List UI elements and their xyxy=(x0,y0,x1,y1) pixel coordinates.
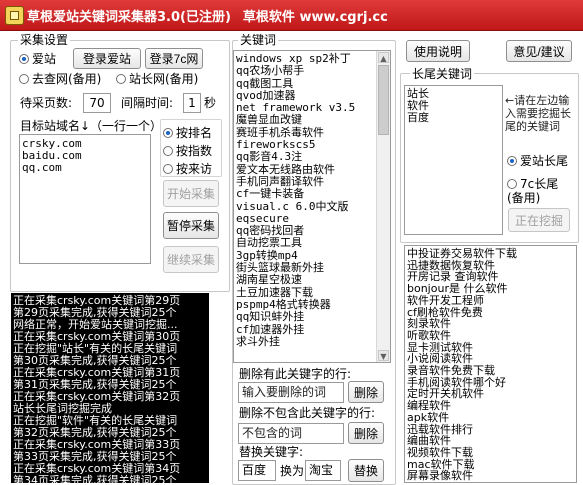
replace-label: 替换关键字: xyxy=(239,445,304,459)
delete-contain-button[interactable]: 删除 xyxy=(348,381,384,403)
replace-button[interactable]: 替换 xyxy=(348,459,384,482)
keyword-line: 魔兽显血改键 xyxy=(236,113,302,127)
longtail-result-line: 软件开发工程师 xyxy=(407,293,484,307)
keyword-line: qq农场小帮手 xyxy=(236,64,305,78)
radio-dot xyxy=(163,128,173,138)
log-line: 第34页采集完成,获得关键词25个 xyxy=(13,474,177,484)
longtail-result-line: 听歌软件 xyxy=(407,328,451,342)
longtail-result-line: 录音软件免费下载 xyxy=(407,364,495,378)
longtail-result-line: 视频软件下载 xyxy=(407,445,473,459)
domains-label: 目标站域名↓（一行一个） xyxy=(20,119,163,133)
radio-label: 按排名 xyxy=(176,126,213,140)
radio-label: 爱站长尾 xyxy=(520,154,569,168)
keyword-line: 自动挖票工具 xyxy=(236,236,302,250)
scroll-thumb[interactable] xyxy=(378,65,389,135)
delete-contain-label: 删除有此关键字的行: xyxy=(239,367,352,381)
keywords-scrollbar[interactable]: ▲ ▼ xyxy=(376,51,390,362)
client-area: 采集设置 登录爱站 登录7c网 爱站 去查网(备用) 站长网(备用) 待采页数:… xyxy=(0,31,583,485)
keyword-line: qq知识蚌外挂 xyxy=(236,310,305,324)
window-title: 草根爱站关键词采集器3.0(已注册) 草根软件 www.cgrj.cc xyxy=(27,6,388,25)
app-title: 草根爱站关键词采集器3.0(已注册) xyxy=(27,10,231,25)
login-aizhan-button[interactable]: 登录爱站 xyxy=(73,48,141,69)
scroll-up-arrow-icon[interactable]: ▲ xyxy=(378,52,389,63)
delete-not-contain-input[interactable]: 不包含的词 xyxy=(238,423,344,444)
radio-dot xyxy=(163,164,173,174)
settings-group-title: 采集设置 xyxy=(18,33,71,47)
delete-not-contain-button[interactable]: 删除 xyxy=(348,422,384,444)
longtail-result-line: 中投证券交易软件下载 xyxy=(407,247,517,260)
radio-dot xyxy=(163,146,173,156)
keywords-textarea[interactable]: windows xp sp2补丁 qq农场小帮手 qq截图工具 qvod加速器 net … xyxy=(233,50,391,363)
radio-source-quwang[interactable]: 去查网(备用) xyxy=(19,72,101,86)
keywords-list: windows xp sp2补丁 qq农场小帮手 qq截图工具 qvod加速器 net … xyxy=(234,51,390,348)
title-bar: 草根爱站关键词采集器3.0(已注册) 草根软件 www.cgrj.cc xyxy=(0,0,583,31)
vendor-title: 草根软件 www.cgrj.cc xyxy=(242,10,388,25)
delete-not-contain-label: 删除不包含此关键字的行: xyxy=(239,406,376,420)
pages-input[interactable]: 70 xyxy=(83,93,111,113)
radio-dot xyxy=(19,54,29,64)
interval-unit: 秒 xyxy=(204,96,217,110)
start-collect-button[interactable]: 开始采集 xyxy=(163,180,219,207)
keyword-line: qq影音4.3注 xyxy=(236,150,303,164)
radio-longtail-7c[interactable]: 7c长尾(备用) xyxy=(507,177,569,205)
replace-from-input[interactable]: 百度 xyxy=(238,460,276,481)
login-7c-button[interactable]: 登录7c网 xyxy=(145,48,203,69)
feedback-button[interactable]: 意见/建议 xyxy=(506,40,572,62)
radio-source-aizhan[interactable]: 爱站 xyxy=(19,52,56,66)
longtail-results-textarea[interactable]: 中投证券交易软件下载 迅捷数据恢复软件 开房记录 查询软件 bonjour是 什么软件… xyxy=(404,245,577,483)
resume-collect-button[interactable]: 继续采集 xyxy=(163,246,219,273)
help-button[interactable]: 使用说明 xyxy=(406,40,470,62)
keyword-line: visual.c 6.0中文版 xyxy=(236,199,349,213)
log-panel: 正在采集crsky.com关键词第29页 第29页采集完成,获得关键词25个 网络正… xyxy=(11,293,209,483)
seed-keyword-line: 百度 xyxy=(407,111,429,124)
interval-input[interactable]: 1 xyxy=(183,93,201,113)
keyword-line: cf一键卡装备 xyxy=(236,187,305,201)
domains-list: crsky.com baidu.com qq.com xyxy=(20,135,150,174)
radio-sort-visit[interactable]: 按来访 xyxy=(163,162,212,176)
domain-line: qq.com xyxy=(22,161,62,174)
log-lines: 正在采集crsky.com关键词第29页 第29页采集完成,获得关键词25个 网络正… xyxy=(11,293,209,484)
longtail-results-list: 中投证券交易软件下载 迅捷数据恢复软件 开房记录 查询软件 bonjour是 什么软件… xyxy=(405,246,576,482)
longtail-result-line: apk软件 xyxy=(407,410,450,424)
keyword-line: 湖南星空极速 xyxy=(236,273,302,287)
radio-dot xyxy=(116,74,126,84)
keyword-line: cf加速器外挂 xyxy=(236,322,305,336)
seed-hint: ←请在左边输入需要挖掘长尾的关键词 xyxy=(505,94,571,133)
radio-longtail-aizhan[interactable]: 爱站长尾 xyxy=(507,154,568,168)
seed-keywords-list: 站长 软件 百度 xyxy=(405,86,502,124)
radio-dot xyxy=(19,74,29,84)
interval-label: 间隔时间: xyxy=(121,96,174,110)
radio-label: 站长网(备用) xyxy=(129,72,199,86)
domains-textarea[interactable]: crsky.com baidu.com qq.com xyxy=(19,134,151,264)
radio-label: 按指数 xyxy=(176,144,213,158)
radio-label: 爱站 xyxy=(32,52,57,66)
keyword-line: 求斗外挂 xyxy=(236,334,280,348)
radio-label: 按来访 xyxy=(176,162,213,176)
mining-button[interactable]: 正在挖掘 xyxy=(508,208,570,232)
replace-to-label: 换为 xyxy=(280,464,305,478)
longtail-group-title: 长尾关键词 xyxy=(410,67,475,81)
radio-dot xyxy=(507,179,517,189)
replace-to-input[interactable]: 淘宝 xyxy=(305,460,341,481)
pages-label: 待采页数: xyxy=(20,96,73,110)
radio-sort-index[interactable]: 按指数 xyxy=(163,144,212,158)
radio-source-zhanzhang[interactable]: 站长网(备用) xyxy=(116,72,198,86)
app-icon xyxy=(5,6,24,25)
pause-collect-button[interactable]: 暂停采集 xyxy=(163,212,219,239)
longtail-result-line: 屏幕录像软件 xyxy=(407,469,473,483)
keywords-group-title: 关键词 xyxy=(238,33,279,47)
radio-sort-rank[interactable]: 按排名 xyxy=(163,126,212,140)
radio-label: 去查网(备用) xyxy=(32,72,102,86)
scroll-down-arrow-icon[interactable]: ▼ xyxy=(378,350,389,361)
radio-dot xyxy=(507,156,517,166)
seed-keywords-textarea[interactable]: 站长 软件 百度 xyxy=(404,85,503,235)
delete-contain-input[interactable]: 输入要删除的词 xyxy=(238,382,344,403)
